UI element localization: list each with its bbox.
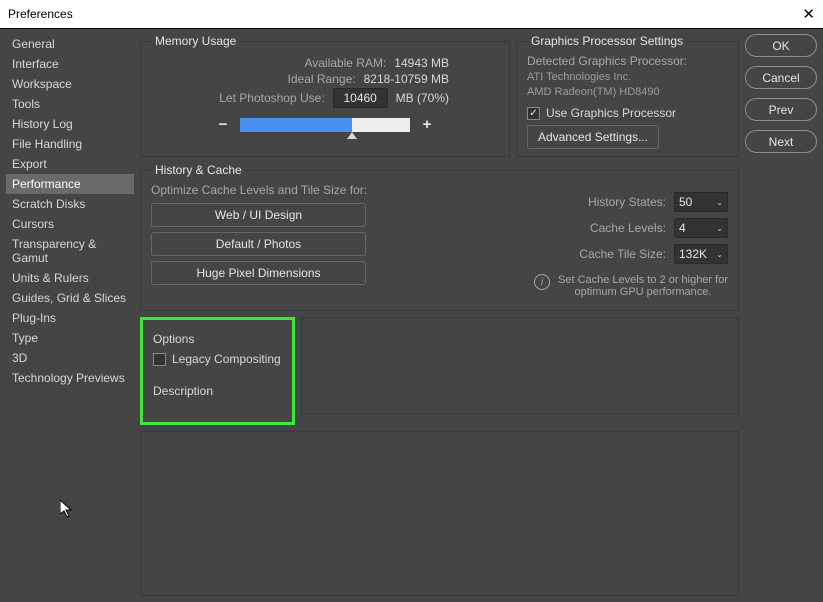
- legacy-compositing-checkbox[interactable]: [153, 353, 166, 366]
- history-cache-title: History & Cache: [151, 163, 246, 177]
- graphics-processor-section: Graphics Processor Settings Detected Gra…: [516, 34, 739, 157]
- cache-tile-size-label: Cache Tile Size:: [579, 247, 666, 261]
- close-icon[interactable]: ✕: [802, 5, 815, 23]
- advanced-settings-button[interactable]: Advanced Settings...: [527, 125, 659, 149]
- sidebar-item-3d[interactable]: 3D: [6, 348, 134, 368]
- use-gpu-checkbox[interactable]: ✓: [527, 107, 540, 120]
- description-title: Description: [153, 384, 282, 398]
- ideal-range-label: Ideal Range:: [288, 72, 356, 86]
- sidebar-item-units-rulers[interactable]: Units & Rulers: [6, 268, 134, 288]
- let-photoshop-use-label: Let Photoshop Use:: [219, 91, 324, 105]
- memory-use-input[interactable]: [333, 88, 388, 108]
- use-gpu-label: Use Graphics Processor: [546, 106, 676, 120]
- sidebar-item-export[interactable]: Export: [6, 154, 134, 174]
- memory-usage-section: Memory Usage Available RAM: 14943 MB Ide…: [140, 34, 510, 157]
- empty-section: [140, 431, 739, 596]
- ideal-range-value: 8218-10759 MB: [364, 72, 449, 86]
- cache-note: Set Cache Levels to 2 or higher for opti…: [558, 274, 728, 298]
- history-states-label: History States:: [588, 195, 666, 209]
- memory-slider[interactable]: [240, 118, 410, 132]
- cache-levels-label: Cache Levels:: [590, 221, 666, 235]
- cancel-button[interactable]: Cancel: [745, 66, 817, 89]
- memory-minus-button[interactable]: −: [216, 116, 230, 133]
- chevron-down-icon: ⌄: [716, 224, 723, 233]
- chevron-down-icon: ⌄: [716, 250, 723, 259]
- web-ui-design-button[interactable]: Web / UI Design: [151, 203, 366, 227]
- available-ram-label: Available RAM:: [304, 56, 386, 70]
- titlebar: Preferences ✕: [0, 0, 823, 28]
- legacy-compositing-label: Legacy Compositing: [172, 352, 281, 366]
- history-cache-section: History & Cache Optimize Cache Levels an…: [140, 163, 739, 311]
- dialog-buttons: OK Cancel Prev Next: [745, 34, 817, 157]
- options-section: Options Legacy Compositing Description: [140, 317, 295, 425]
- ok-button[interactable]: OK: [745, 34, 817, 57]
- next-button[interactable]: Next: [745, 130, 817, 153]
- sidebar-item-interface[interactable]: Interface: [6, 54, 134, 74]
- sidebar-item-performance[interactable]: Performance: [6, 174, 134, 194]
- info-icon: i: [534, 274, 550, 290]
- sidebar: General Interface Workspace Tools Histor…: [6, 34, 134, 596]
- memory-plus-button[interactable]: +: [420, 116, 434, 133]
- default-photos-button[interactable]: Default / Photos: [151, 232, 366, 256]
- gpu-model: AMD Radeon(TM) HD8490: [527, 86, 728, 98]
- detected-gpu-label: Detected Graphics Processor:: [527, 54, 728, 68]
- cache-levels-select[interactable]: 4 ⌄: [674, 218, 728, 238]
- huge-pixel-button[interactable]: Huge Pixel Dimensions: [151, 261, 366, 285]
- sidebar-item-transparency-gamut[interactable]: Transparency & Gamut: [6, 234, 134, 268]
- description-section: [301, 317, 739, 414]
- sidebar-item-history-log[interactable]: History Log: [6, 114, 134, 134]
- window-title: Preferences: [8, 7, 73, 21]
- memory-use-suffix: MB (70%): [396, 91, 449, 105]
- optimize-label: Optimize Cache Levels and Tile Size for:: [151, 183, 386, 197]
- memory-usage-title: Memory Usage: [151, 34, 240, 48]
- sidebar-item-scratch-disks[interactable]: Scratch Disks: [6, 194, 134, 214]
- sidebar-item-cursors[interactable]: Cursors: [6, 214, 134, 234]
- gpu-title: Graphics Processor Settings: [527, 34, 687, 48]
- sidebar-item-technology-previews[interactable]: Technology Previews: [6, 368, 134, 388]
- sidebar-item-type[interactable]: Type: [6, 328, 134, 348]
- sidebar-item-guides-grid-slices[interactable]: Guides, Grid & Slices: [6, 288, 134, 308]
- available-ram-value: 14943 MB: [394, 56, 449, 70]
- sidebar-item-file-handling[interactable]: File Handling: [6, 134, 134, 154]
- sidebar-item-tools[interactable]: Tools: [6, 94, 134, 114]
- sidebar-item-workspace[interactable]: Workspace: [6, 74, 134, 94]
- sidebar-item-plug-ins[interactable]: Plug-Ins: [6, 308, 134, 328]
- slider-pointer-icon[interactable]: [347, 132, 357, 139]
- chevron-down-icon: ⌄: [716, 198, 723, 207]
- gpu-vendor: ATI Technologies Inc.: [527, 71, 728, 83]
- history-states-select[interactable]: 50 ⌄: [674, 192, 728, 212]
- prev-button[interactable]: Prev: [745, 98, 817, 121]
- cache-tile-size-select[interactable]: 132K ⌄: [674, 244, 728, 264]
- sidebar-item-general[interactable]: General: [6, 34, 134, 54]
- options-title: Options: [153, 332, 282, 346]
